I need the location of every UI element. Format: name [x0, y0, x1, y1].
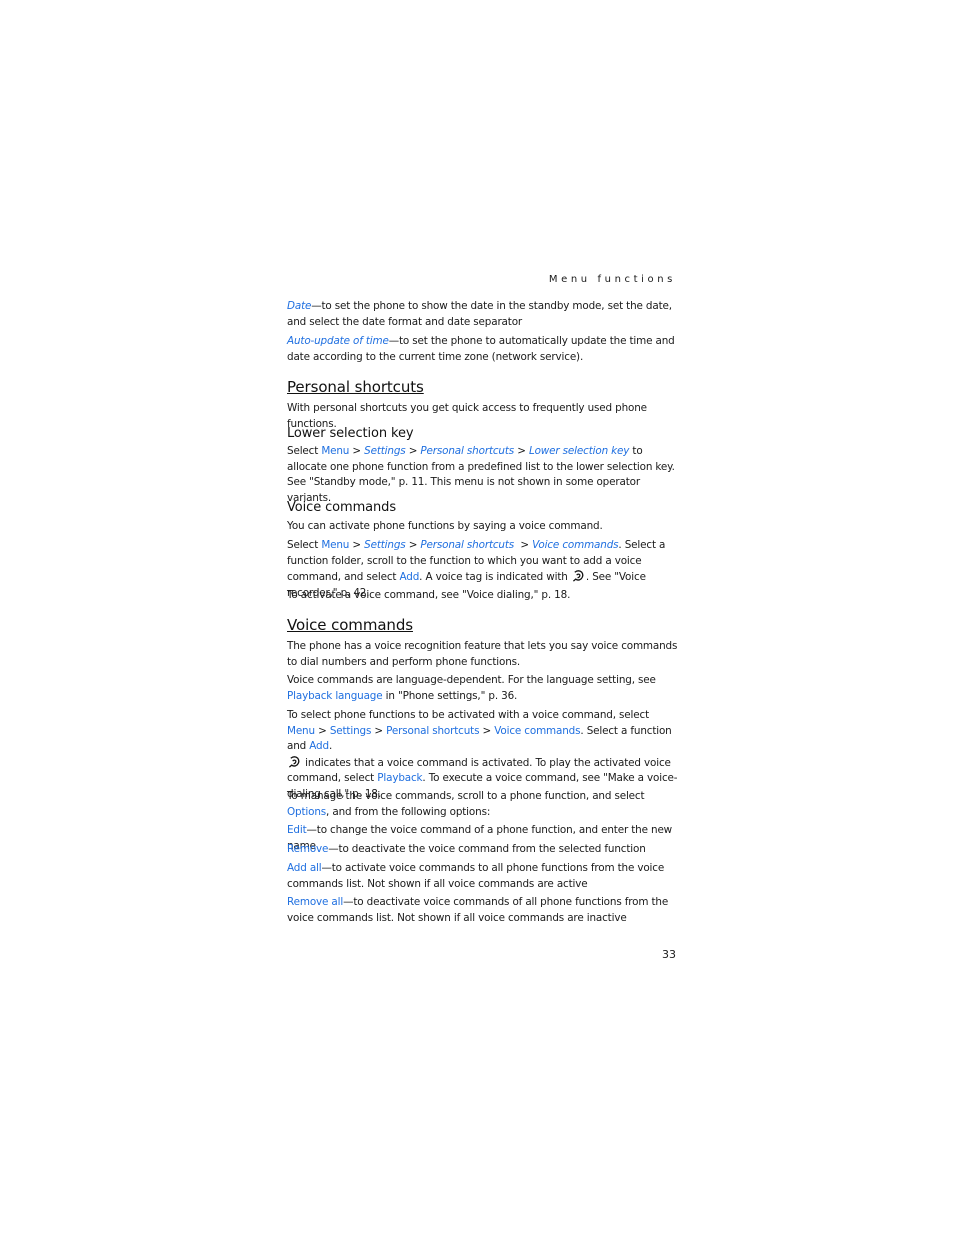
option-remove-all: Remove all—to deactivate voice commands … [287, 895, 679, 926]
options-link[interactable]: Options [287, 806, 326, 818]
date-desc: —to set the phone to show the date in th… [287, 300, 672, 328]
text: Voice commands are language-dependent. F… [287, 674, 656, 686]
running-head: Menu functions [548, 274, 676, 285]
text: Select [287, 539, 322, 551]
settings-link[interactable]: Settings [364, 445, 406, 457]
edit-option[interactable]: Edit [287, 824, 307, 836]
separator: > [514, 539, 533, 551]
menu-link[interactable]: Menu [321, 445, 349, 457]
separator: > [514, 445, 529, 457]
voice-commands-link[interactable]: Voice commands [494, 725, 580, 737]
playback-link[interactable]: Playback [377, 772, 422, 784]
option-desc: —to deactivate the voice command from th… [328, 843, 646, 855]
voice-tag-icon [572, 570, 584, 582]
settings-link[interactable]: Settings [364, 539, 406, 551]
voice-tag-icon [288, 755, 300, 768]
personal-shortcuts-link[interactable]: Personal shortcuts [420, 445, 514, 457]
heading-voice-commands-sub: Voice commands [287, 500, 396, 515]
remove-all-option[interactable]: Remove all [287, 896, 343, 908]
personal-shortcuts-link[interactable]: Personal shortcuts [420, 539, 514, 551]
add-link[interactable]: Add [309, 740, 329, 752]
heading-personal-shortcuts: Personal shortcuts [287, 378, 424, 396]
voice-commands-p3: To select phone functions to be activate… [287, 708, 679, 802]
intro-item-date: Date—to set the phone to show the date i… [287, 299, 679, 330]
separator: > [314, 724, 330, 737]
text: Select [287, 445, 322, 457]
text: To select phone functions to be activate… [287, 709, 650, 721]
lower-selection-key-text: Select Menu > Settings > Personal shortc… [287, 444, 679, 506]
separator: > [405, 445, 421, 457]
heading-voice-commands: Voice commands [287, 616, 413, 634]
option-desc: —to activate voice commands to all phone… [287, 862, 665, 890]
lower-selection-key-link[interactable]: Lower selection key [529, 445, 629, 457]
text: , and from the following options: [326, 805, 491, 818]
page-number: 33 [662, 948, 676, 961]
option-remove: Remove—to deactivate the voice command f… [287, 842, 679, 858]
menu-link[interactable]: Menu [287, 725, 315, 737]
option-desc: —to deactivate voice commands of all pho… [287, 896, 669, 924]
voice-commands-p1: The phone has a voice recognition featur… [287, 640, 678, 668]
settings-link[interactable]: Settings [330, 725, 372, 737]
separator: > [405, 539, 421, 551]
heading-lower-selection-key: Lower selection key [287, 426, 414, 441]
voice-commands-link[interactable]: Voice commands [532, 539, 618, 551]
separator: > [349, 539, 365, 551]
voice-commands-p4: To manage the voice commands, scroll to … [287, 789, 679, 820]
text: . A voice tag is indicated with [419, 571, 571, 583]
voice-sub-p3: To activate a voice command, see "Voice … [287, 589, 571, 601]
add-link[interactable]: Add [400, 571, 420, 583]
text: . [328, 740, 333, 752]
text: To manage the voice commands, scroll to … [287, 790, 645, 802]
date-term: Date [287, 300, 312, 312]
intro-item-auto-update: Auto-update of time—to set the phone to … [287, 334, 679, 365]
playback-language-link[interactable]: Playback language [287, 690, 383, 702]
text: in "Phone settings," p. 36. [382, 689, 518, 702]
separator: > [349, 445, 365, 457]
separator: > [371, 724, 387, 737]
voice-sub-p1: You can activate phone functions by sayi… [287, 520, 603, 532]
personal-shortcuts-link[interactable]: Personal shortcuts [386, 725, 479, 737]
add-all-option[interactable]: Add all [287, 862, 322, 874]
voice-commands-p2: Voice commands are language-dependent. F… [287, 673, 679, 704]
option-add-all: Add all—to activate voice commands to al… [287, 861, 679, 892]
remove-option[interactable]: Remove [287, 843, 328, 855]
menu-link[interactable]: Menu [321, 539, 349, 551]
auto-update-term: Auto-update of time [287, 335, 389, 347]
separator: > [479, 724, 495, 737]
